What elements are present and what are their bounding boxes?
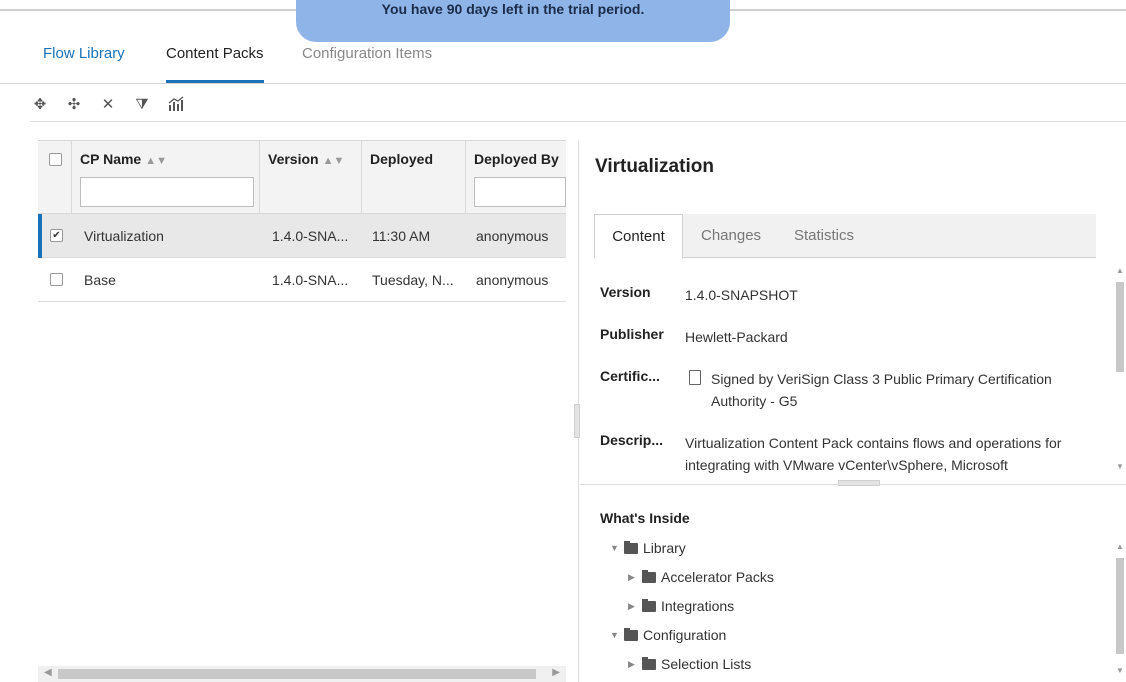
row-checkbox[interactable]	[50, 273, 63, 286]
certificate-icon	[689, 370, 701, 385]
tab-configuration-items[interactable]: Configuration Items	[302, 44, 432, 83]
folder-icon	[642, 598, 656, 612]
tree-item-library[interactable]: ▼ Library	[610, 540, 686, 556]
col-deployed-by: Deployed By	[466, 141, 566, 215]
cell-cp-name: Base	[84, 272, 116, 288]
cell-cp-name: Virtualization	[84, 228, 164, 244]
folder-icon	[642, 656, 656, 670]
report-chart-glyph	[168, 96, 184, 111]
properties-vertical-scrollbar[interactable]: ▲ ▼	[1114, 264, 1126, 480]
table-row[interactable]: Base 1.4.0-SNA... Tuesday, N... anonymou…	[38, 258, 566, 302]
prop-certificate-label: Certific...	[600, 368, 660, 384]
col-version: Version ▲▼	[260, 141, 362, 215]
sort-icon[interactable]: ▲▼	[145, 155, 167, 167]
scrollbar-thumb[interactable]	[1116, 558, 1124, 654]
content-packs-grid: CP Name ▲▼ Version ▲▼ Deployed Deployed By…	[38, 140, 566, 302]
tab-content[interactable]: Content	[594, 214, 683, 259]
scroll-left-icon[interactable]: ◀	[44, 667, 52, 678]
col-deployed-header[interactable]: Deployed	[370, 151, 433, 167]
prop-publisher-value: Hewlett-Packard	[685, 329, 788, 345]
prop-publisher-label: Publisher	[600, 326, 664, 342]
expanded-arrow-icon[interactable]: ▼	[610, 630, 624, 640]
folder-icon	[624, 540, 638, 554]
cell-deployed-by: anonymous	[476, 228, 549, 244]
select-all-checkbox[interactable]	[49, 153, 62, 166]
tab-content-packs[interactable]: Content Packs	[166, 44, 264, 83]
collapsed-arrow-icon[interactable]: ▶	[628, 572, 642, 583]
pane-resize-handle[interactable]	[574, 404, 580, 438]
scroll-down-icon[interactable]: ▼	[1116, 666, 1124, 675]
trial-banner: You have 90 days left in the trial perio…	[296, 0, 730, 42]
scrollbar-thumb[interactable]	[1116, 282, 1124, 372]
delete-icon[interactable]: ✕	[98, 94, 118, 114]
cell-version: 1.4.0-SNA...	[272, 228, 349, 244]
deploy-icon[interactable]: ✥	[30, 94, 50, 114]
cell-deployed-by: anonymous	[476, 272, 549, 288]
cp-name-filter-input[interactable]	[80, 177, 254, 207]
toolbar-separator	[30, 121, 1126, 122]
scroll-down-icon[interactable]: ▼	[1116, 462, 1124, 471]
prop-version-value: 1.4.0-SNAPSHOT	[685, 287, 798, 303]
tab-flow-library[interactable]: Flow Library	[43, 44, 125, 83]
filter-clear-icon[interactable]: ⧩	[132, 94, 152, 114]
grid-horizontal-scrollbar[interactable]: ◀ ▶	[38, 666, 566, 682]
prop-certificate-value: Signed by VeriSign Class 3 Public Primar…	[685, 368, 1095, 412]
table-row[interactable]: ✔ Virtualization 1.4.0-SNA... 11:30 AM a…	[38, 214, 566, 258]
report-icon[interactable]	[166, 94, 186, 114]
cell-deployed: Tuesday, N...	[372, 272, 454, 288]
tree-item-accelerator-packs[interactable]: ▶ Accelerator Packs	[628, 569, 774, 585]
row-checkbox[interactable]: ✔	[50, 229, 63, 242]
prop-description-value: Virtualization Content Pack contains flo…	[685, 435, 1062, 473]
grid-header: CP Name ▲▼ Version ▲▼ Deployed Deployed By	[38, 140, 566, 215]
collapsed-arrow-icon[interactable]: ▶	[628, 601, 642, 612]
col-cp-name: CP Name ▲▼	[72, 141, 260, 215]
folder-icon	[642, 569, 656, 583]
toolbar: ✥ ✣ ✕ ⧩	[30, 92, 186, 116]
prop-version-label: Version	[600, 284, 651, 300]
trial-banner-text: You have 90 days left in the trial perio…	[381, 1, 645, 17]
tree-item-selection-lists[interactable]: ▶ Selection Lists	[628, 656, 751, 672]
cell-version: 1.4.0-SNA...	[272, 272, 349, 288]
deployed-by-filter-input[interactable]	[474, 177, 566, 207]
header-checkbox-col	[38, 141, 72, 215]
scroll-up-icon[interactable]: ▲	[1116, 542, 1124, 551]
rollback-icon[interactable]: ✣	[64, 94, 84, 114]
tab-statistics[interactable]: Statistics	[794, 214, 854, 258]
scroll-up-icon[interactable]: ▲	[1116, 266, 1124, 275]
scroll-right-icon[interactable]: ▶	[552, 667, 560, 678]
tab-changes[interactable]: Changes	[701, 214, 761, 258]
col-version-header[interactable]: Version ▲▼	[268, 151, 344, 167]
col-deployed: Deployed	[362, 141, 466, 215]
tree-vertical-scrollbar[interactable]: ▲ ▼	[1114, 540, 1126, 682]
expanded-arrow-icon[interactable]: ▼	[610, 543, 624, 553]
detail-tabs: Content Changes Statistics	[594, 214, 1096, 259]
main-tabs: Flow Library Content Packs Configuration…	[0, 44, 1126, 84]
section-resize-handle[interactable]	[838, 480, 880, 486]
tree-item-integrations[interactable]: ▶ Integrations	[628, 598, 734, 614]
folder-icon	[624, 627, 638, 641]
col-cp-name-header[interactable]: CP Name ▲▼	[80, 151, 167, 167]
scrollbar-thumb[interactable]	[58, 669, 536, 679]
cell-deployed: 11:30 AM	[372, 228, 431, 244]
detail-title: Virtualization	[595, 156, 714, 177]
prop-description-label: Descrip...	[600, 432, 664, 448]
tree-item-configuration[interactable]: ▼ Configuration	[610, 627, 726, 643]
sort-icon[interactable]: ▲▼	[323, 155, 345, 167]
col-deployed-by-header[interactable]: Deployed By	[474, 151, 559, 167]
collapsed-arrow-icon[interactable]: ▶	[628, 659, 642, 670]
whats-inside-title: What's Inside	[600, 510, 690, 526]
